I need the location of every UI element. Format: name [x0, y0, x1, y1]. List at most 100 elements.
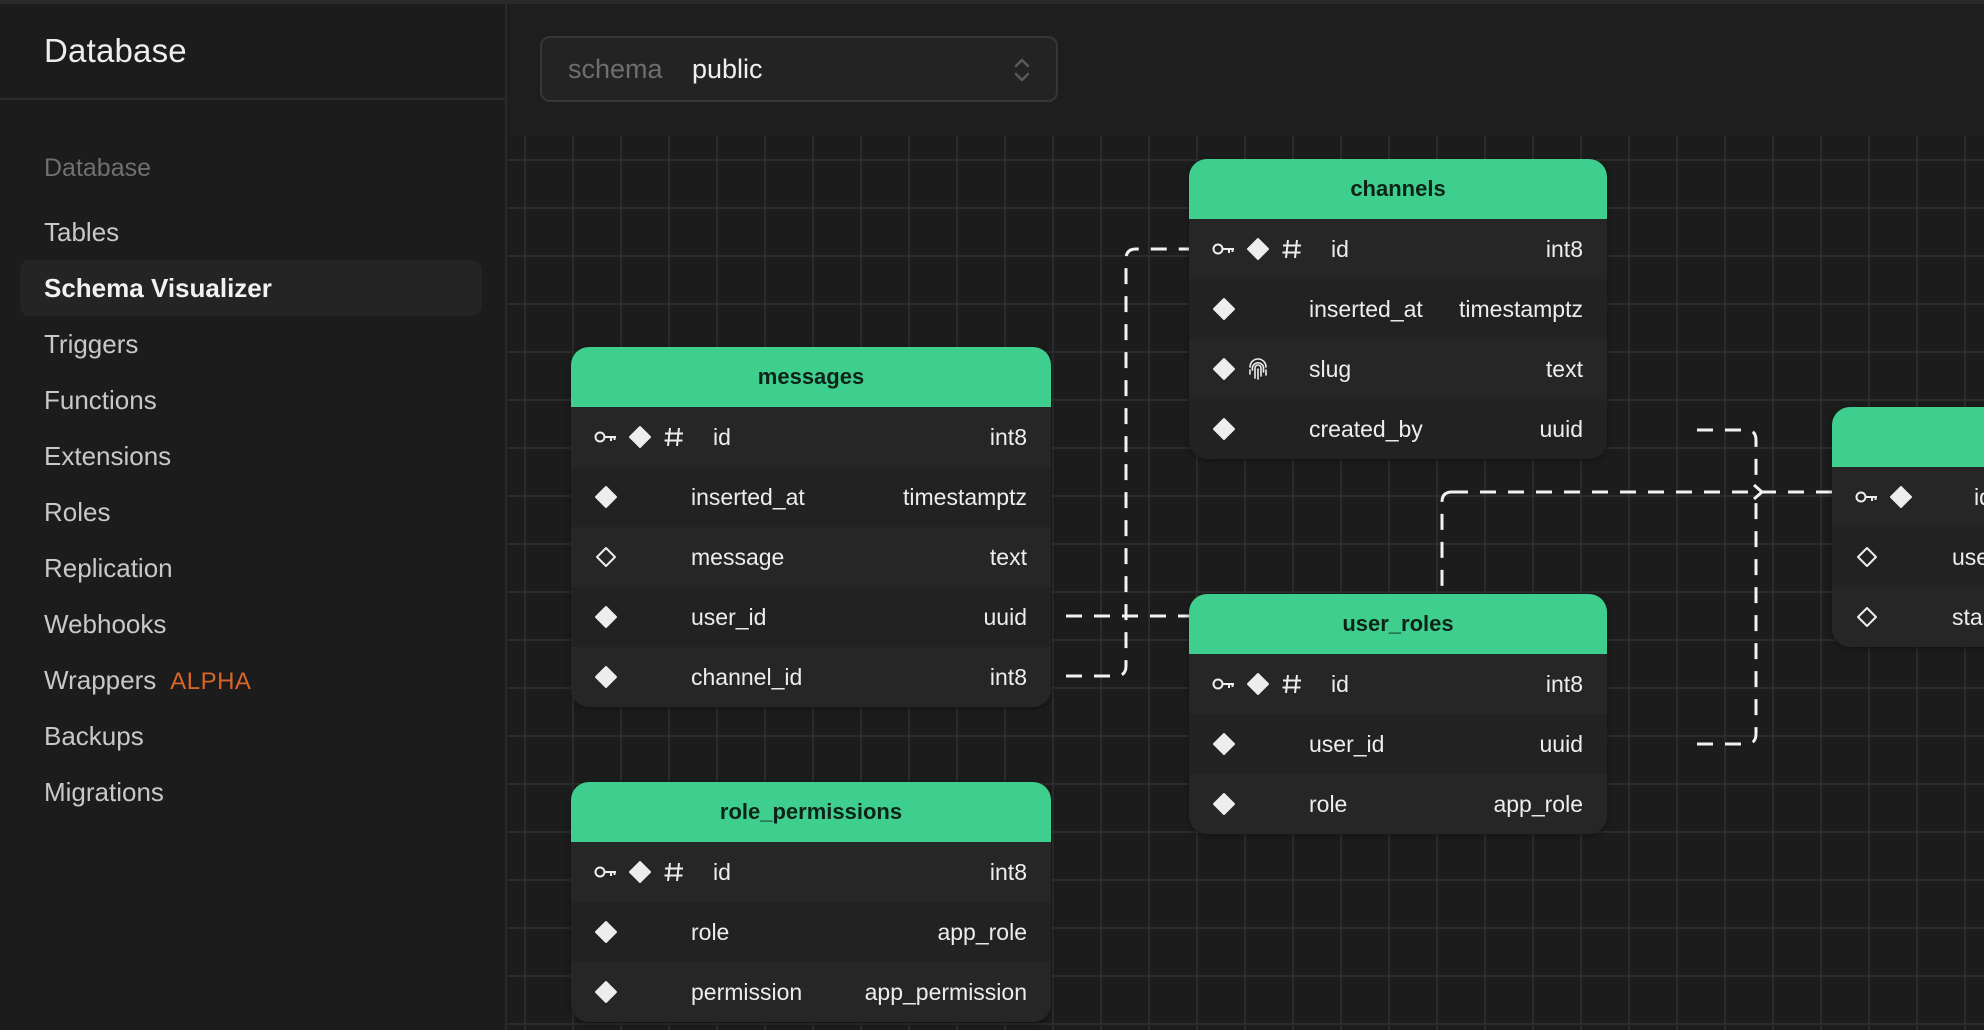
column-row[interactable]: id int8 [1189, 219, 1607, 279]
column-icons [1211, 714, 1237, 774]
sidebar-item-label: Functions [44, 385, 157, 415]
not-null-icon [593, 604, 619, 630]
sidebar-item-label: Wrappers [44, 665, 157, 695]
nullable-icon [1854, 604, 1880, 630]
not-null-icon [593, 919, 619, 945]
column-name: use [1952, 544, 1984, 570]
column-name: id [1331, 236, 1349, 262]
schema-select[interactable]: schema public [540, 36, 1058, 102]
nullable-icon [1854, 544, 1880, 570]
column-name: inserted_at [1309, 296, 1423, 322]
sidebar-item-webhooks[interactable]: Webhooks [20, 596, 482, 652]
key-icon [593, 424, 619, 450]
schema-canvas[interactable]: channels id int8 inserted_at timestamptz slu… [507, 136, 1984, 1030]
column-icons [1211, 399, 1237, 459]
column-type: timestamptz [903, 484, 1027, 510]
sidebar-item-functions[interactable]: Functions [20, 372, 482, 428]
column-name: created_by [1309, 416, 1423, 442]
column-row[interactable]: user_id uuid [571, 587, 1051, 647]
key-icon [1211, 671, 1237, 697]
sidebar-item-wrappers[interactable]: Wrappers ALPHA [20, 652, 482, 708]
column-row[interactable]: created_by uuid [1189, 399, 1607, 459]
table-header: role_permissions [571, 782, 1051, 842]
identity-icon [1279, 671, 1305, 697]
identity-icon [1279, 236, 1305, 262]
schema-select-label: schema [568, 54, 663, 84]
sidebar-item-label: Migrations [44, 777, 164, 807]
table-node-partial[interactable]: id use sta [1832, 407, 1984, 647]
column-row[interactable]: sta [1832, 587, 1984, 647]
sidebar-header: Database [0, 4, 505, 100]
sidebar-item-schema-visualizer[interactable]: Schema Visualizer [20, 260, 482, 316]
column-icons [1854, 587, 1880, 647]
table-header [1832, 407, 1984, 467]
table-header: channels [1189, 159, 1607, 219]
column-type: text [1545, 356, 1583, 382]
not-null-icon [1888, 484, 1914, 510]
table-node-role-permissions[interactable]: role_permissions id int8 role app_role permi… [571, 782, 1051, 1022]
sidebar-item-migrations[interactable]: Migrations [20, 764, 482, 820]
column-name: slug [1309, 356, 1352, 382]
column-name: role [1309, 791, 1348, 817]
column-type: text [989, 544, 1027, 570]
column-row[interactable]: inserted_at timestamptz [1189, 279, 1607, 339]
not-null-icon [1211, 296, 1237, 322]
column-row[interactable]: use [1832, 527, 1984, 587]
not-null-icon [1211, 356, 1237, 382]
column-icons [593, 467, 619, 527]
table-node-channels[interactable]: channels id int8 inserted_at timestamptz slu… [1189, 159, 1607, 459]
sidebar-item-label: Webhooks [44, 609, 167, 639]
not-null-icon [593, 484, 619, 510]
sidebar-item-triggers[interactable]: Triggers [20, 316, 482, 372]
chevron-up-down-icon [1012, 54, 1032, 86]
column-row[interactable]: message text [571, 527, 1051, 587]
column-type: uuid [1539, 731, 1583, 757]
sidebar-item-label: Schema Visualizer [44, 273, 272, 303]
column-row[interactable]: role app_role [1189, 774, 1607, 834]
column-name: id [1331, 671, 1349, 697]
sidebar-nav: Tables Schema Visualizer Triggers Functi… [20, 204, 482, 820]
column-type: app_permission [864, 979, 1027, 1005]
main-content: schema public channels id int8 inserted_… [507, 4, 1984, 1030]
sidebar-item-roles[interactable]: Roles [20, 484, 482, 540]
table-header: messages [571, 347, 1051, 407]
column-type: app_role [937, 919, 1027, 945]
column-type: timestamptz [1459, 296, 1583, 322]
column-row[interactable]: id [1832, 467, 1984, 527]
sidebar-item-label: Replication [44, 553, 173, 583]
column-row[interactable]: inserted_at timestamptz [571, 467, 1051, 527]
sidebar-item-backups[interactable]: Backups [20, 708, 482, 764]
column-row[interactable]: id int8 [1189, 654, 1607, 714]
sidebar-item-extensions[interactable]: Extensions [20, 428, 482, 484]
column-name: user_id [1309, 731, 1385, 757]
column-row[interactable]: slug text [1189, 339, 1607, 399]
column-type: uuid [1539, 416, 1583, 442]
column-icons [593, 407, 687, 467]
column-row[interactable]: id int8 [571, 407, 1051, 467]
column-row[interactable]: role app_role [571, 902, 1051, 962]
key-icon [1854, 484, 1880, 510]
column-row[interactable]: permission app_permission [571, 962, 1051, 1022]
not-null-icon [1245, 236, 1271, 262]
column-name: channel_id [691, 664, 803, 690]
not-null-icon [627, 859, 653, 885]
column-type: int8 [989, 664, 1027, 690]
column-row[interactable]: id int8 [571, 842, 1051, 902]
column-row[interactable]: user_id uuid [1189, 714, 1607, 774]
sidebar-item-tables[interactable]: Tables [20, 204, 482, 260]
sidebar-item-label: Tables [44, 217, 120, 247]
table-node-user-roles[interactable]: user_roles id int8 user_id uuid role app_role [1189, 594, 1607, 834]
column-name: inserted_at [691, 484, 805, 510]
sidebar-item-replication[interactable]: Replication [20, 540, 482, 596]
sidebar-item-label: Roles [44, 497, 111, 527]
not-null-icon [1211, 416, 1237, 442]
nav-section-label: Database [44, 154, 152, 182]
column-row[interactable]: channel_id int8 [571, 647, 1051, 707]
column-name: id [713, 859, 731, 885]
table-node-messages[interactable]: messages id int8 inserted_at timestamptz mes… [571, 347, 1051, 707]
unique-icon [1245, 356, 1271, 382]
column-icons [1211, 774, 1237, 834]
edge-to-partial-id [1440, 490, 1832, 594]
column-icons [593, 962, 619, 1022]
column-icons [593, 842, 687, 902]
